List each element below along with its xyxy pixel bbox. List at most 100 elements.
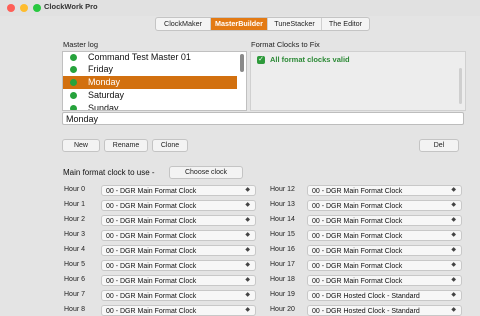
list-item[interactable]: Sunday [63,102,237,111]
master-log-label: Master log [63,40,99,49]
tab-clockmaker[interactable]: ClockMaker [156,18,211,30]
status-dot-icon [70,54,77,61]
hour-clock-select[interactable]: 00 - DGR Main Format Clock ◆ [307,245,462,256]
hour-label: Hour 16 [270,246,295,253]
updown-arrows-icon: ◆ [245,232,250,238]
hour-clock-value: 00 - DGR Main Format Clock [106,308,197,315]
tab-bar: ClockMaker MasterBuilder TuneStacker The… [155,17,370,31]
hour-row: Hour 14 00 - DGR Main Format Clock ◆ [270,215,470,226]
window-title: ClockWork Pro [44,2,98,11]
hour-clock-select[interactable]: 00 - DGR Hosted Clock - Standard ◆ [307,290,462,301]
hour-label: Hour 5 [64,261,86,268]
hour-row: Hour 8 00 - DGR Main Format Clock ◆ [64,305,264,316]
hour-clock-select[interactable]: 00 - DGR Main Format Clock ◆ [101,305,256,316]
updown-arrows-icon: ◆ [451,202,456,208]
tab-masterbuilder[interactable]: MasterBuilder [211,18,268,30]
hour-clock-select[interactable]: 00 - DGR Main Format Clock ◆ [307,260,462,271]
format-clocks-label: Format Clocks to Fix [251,40,320,49]
hour-clock-value: 00 - DGR Main Format Clock [312,248,403,255]
list-item[interactable]: Friday [63,63,237,76]
hour-clock-value: 00 - DGR Main Format Clock [106,293,197,300]
list-item-selected[interactable]: Monday [63,76,237,89]
hour-clock-select[interactable]: 00 - DGR Main Format Clock ◆ [307,200,462,211]
hour-clock-select[interactable]: 00 - DGR Main Format Clock ◆ [101,230,256,241]
hour-label: Hour 1 [64,201,86,208]
status-dot-icon [70,105,77,110]
updown-arrows-icon: ◆ [245,202,250,208]
hour-clock-value: 00 - DGR Main Format Clock [106,233,197,240]
hour-row: Hour 16 00 - DGR Main Format Clock ◆ [270,245,470,256]
updown-arrows-icon: ◆ [451,187,456,193]
hour-clock-select[interactable]: 00 - DGR Main Format Clock ◆ [307,275,462,286]
hour-clock-select[interactable]: 00 - DGR Main Format Clock ◆ [101,245,256,256]
list-scrollbar[interactable] [240,54,244,72]
hour-clock-select[interactable]: 00 - DGR Main Format Clock ◆ [307,185,462,196]
hour-clock-value: 00 - DGR Main Format Clock [106,263,197,270]
hour-label: Hour 8 [64,306,86,313]
hour-row: Hour 4 00 - DGR Main Format Clock ◆ [64,245,264,256]
minimize-window-icon[interactable] [20,4,28,12]
hour-row: Hour 1 00 - DGR Main Format Clock ◆ [64,200,264,211]
hour-label: Hour 3 [64,231,86,238]
updown-arrows-icon: ◆ [451,217,456,223]
updown-arrows-icon: ◆ [451,277,456,283]
hour-clock-value: 00 - DGR Main Format Clock [312,188,403,195]
updown-arrows-icon: ◆ [245,307,250,313]
new-button[interactable]: New [62,139,100,152]
hour-row: Hour 18 00 - DGR Main Format Clock ◆ [270,275,470,286]
hour-clock-value: 00 - DGR Hosted Clock - Standard [312,293,420,300]
hour-label: Hour 20 [270,306,295,313]
zoom-window-icon[interactable] [33,4,41,12]
hour-label: Hour 4 [64,246,86,253]
hour-clock-value: 00 - DGR Main Format Clock [312,203,403,210]
hour-clock-select[interactable]: 00 - DGR Main Format Clock ◆ [101,260,256,271]
list-item[interactable]: Saturday [63,89,237,102]
master-log-list[interactable]: Command Test Master 01 Friday Monday Sat… [62,51,247,111]
hour-clock-value: 00 - DGR Main Format Clock [106,188,197,195]
list-item-label: Friday [88,64,114,74]
updown-arrows-icon: ◆ [451,247,456,253]
hour-row: Hour 19 00 - DGR Hosted Clock - Standard… [270,290,470,301]
hour-clock-value: 00 - DGR Main Format Clock [312,233,403,240]
close-window-icon[interactable] [7,4,15,12]
hour-row: Hour 2 00 - DGR Main Format Clock ◆ [64,215,264,226]
hour-clock-select[interactable]: 00 - DGR Main Format Clock ◆ [101,200,256,211]
updown-arrows-icon: ◆ [245,187,250,193]
hour-clock-select[interactable]: 00 - DGR Main Format Clock ◆ [307,230,462,241]
hour-label: Hour 18 [270,276,295,283]
rename-button[interactable]: Rename [104,139,148,152]
hour-clock-select[interactable]: 00 - DGR Main Format Clock ◆ [307,215,462,226]
hour-clock-select[interactable]: 00 - DGR Main Format Clock ◆ [101,215,256,226]
master-name-field[interactable]: Monday [62,112,464,125]
list-item-label: Monday [88,77,121,87]
hour-row: Hour 3 00 - DGR Main Format Clock ◆ [64,230,264,241]
list-item-label: Sunday [88,103,119,111]
hour-label: Hour 15 [270,231,295,238]
clone-button[interactable]: Clone [152,139,188,152]
tab-the-editor[interactable]: The Editor [322,18,369,30]
hour-clock-value: 00 - DGR Main Format Clock [312,263,403,270]
hour-row: Hour 13 00 - DGR Main Format Clock ◆ [270,200,470,211]
format-panel-scrollbar[interactable] [459,68,462,104]
hour-clock-value: 00 - DGR Main Format Clock [106,218,197,225]
updown-arrows-icon: ◆ [245,262,250,268]
hour-clock-value: 00 - DGR Main Format Clock [106,248,197,255]
hour-clock-select[interactable]: 00 - DGR Main Format Clock ◆ [101,290,256,301]
choose-clock-button[interactable]: Choose clock [169,166,243,179]
hour-label: Hour 14 [270,216,295,223]
hour-clock-select[interactable]: 00 - DGR Main Format Clock ◆ [101,185,256,196]
hour-row: Hour 15 00 - DGR Main Format Clock ◆ [270,230,470,241]
status-dot-icon [70,92,77,99]
hour-label: Hour 6 [64,276,86,283]
tab-tunestacker[interactable]: TuneStacker [268,18,322,30]
hour-clock-select[interactable]: 00 - DGR Hosted Clock - Standard ◆ [307,305,462,316]
list-item-label: Saturday [88,90,125,100]
hour-clock-value: 00 - DGR Main Format Clock [106,278,197,285]
updown-arrows-icon: ◆ [245,247,250,253]
hour-clock-select[interactable]: 00 - DGR Main Format Clock ◆ [101,275,256,286]
main-clock-label: Main format clock to use - [63,168,155,177]
delete-button[interactable]: Del [419,139,459,152]
hour-clock-value: 00 - DGR Main Format Clock [312,218,403,225]
updown-arrows-icon: ◆ [451,292,456,298]
updown-arrows-icon: ◆ [451,307,456,313]
